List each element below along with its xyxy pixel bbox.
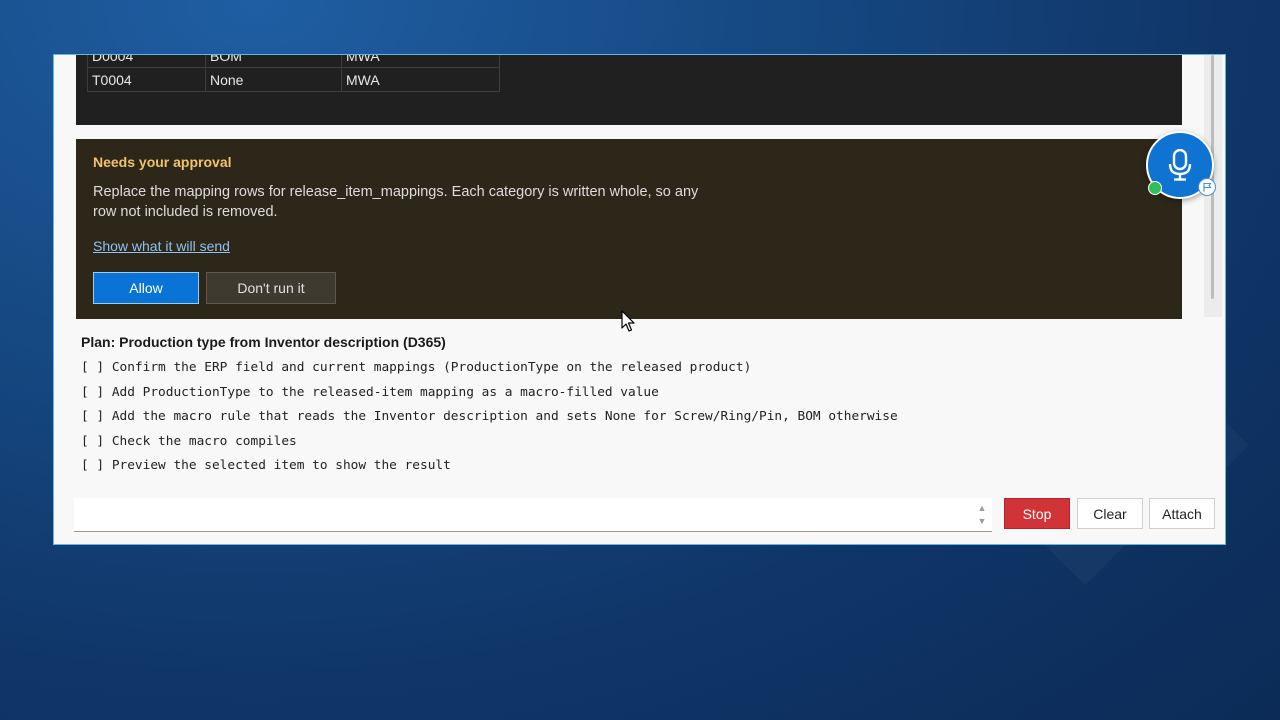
input-spinner[interactable]: ▲ ▼ bbox=[976, 502, 988, 528]
tool-output-panel: D0004 BOM MWA T0004 None MWA bbox=[76, 55, 1182, 125]
show-payload-link[interactable]: Show what it will send bbox=[93, 238, 230, 254]
attach-button[interactable]: Attach bbox=[1149, 498, 1215, 529]
table-cell: D0004 bbox=[87, 55, 206, 68]
assistant-window: D0004 BOM MWA T0004 None MWA Needs your … bbox=[53, 54, 1226, 545]
spin-up-icon[interactable]: ▲ bbox=[976, 502, 988, 515]
stop-button[interactable]: Stop bbox=[1004, 498, 1070, 529]
microphone-icon bbox=[1168, 149, 1192, 181]
plan-step: [ ] Confirm the ERP field and current ma… bbox=[81, 360, 752, 375]
plan-step: [ ] Preview the selected item to show th… bbox=[81, 458, 451, 473]
approval-card: Needs your approval Replace the mapping … bbox=[76, 139, 1182, 319]
plan-checklist: [ ] Confirm the ERP field and current ma… bbox=[81, 359, 898, 482]
table-cell: MWA bbox=[341, 55, 500, 68]
plan-step: [ ] Add ProductionType to the released-i… bbox=[81, 384, 659, 400]
spin-down-icon[interactable]: ▼ bbox=[976, 515, 988, 528]
approval-title: Needs your approval bbox=[93, 154, 232, 170]
clear-button[interactable]: Clear bbox=[1077, 498, 1143, 529]
flag-icon[interactable] bbox=[1198, 178, 1216, 196]
plan-step: [ ] Add the macro rule that reads the In… bbox=[81, 409, 898, 424]
table-row: D0004 BOM MWA bbox=[87, 55, 500, 68]
plan-title: Plan: Production type from Inventor desc… bbox=[81, 334, 446, 350]
mouse-cursor-icon bbox=[621, 310, 635, 332]
allow-button[interactable]: Allow bbox=[93, 272, 199, 304]
table-cell: None bbox=[205, 67, 342, 92]
deny-button[interactable]: Don't run it bbox=[206, 272, 336, 304]
plan-step: [ ] Check the macro compiles bbox=[81, 433, 297, 449]
table-cell: MWA bbox=[341, 67, 500, 92]
approval-message: Replace the mapping rows for release_ite… bbox=[93, 184, 699, 220]
message-input[interactable] bbox=[74, 498, 992, 532]
table-cell: BOM bbox=[205, 55, 342, 68]
mapping-table: D0004 BOM MWA T0004 None MWA bbox=[87, 55, 500, 92]
table-cell: T0004 bbox=[87, 67, 206, 92]
online-dot-icon bbox=[1148, 181, 1162, 195]
table-row: T0004 None MWA bbox=[87, 67, 500, 92]
